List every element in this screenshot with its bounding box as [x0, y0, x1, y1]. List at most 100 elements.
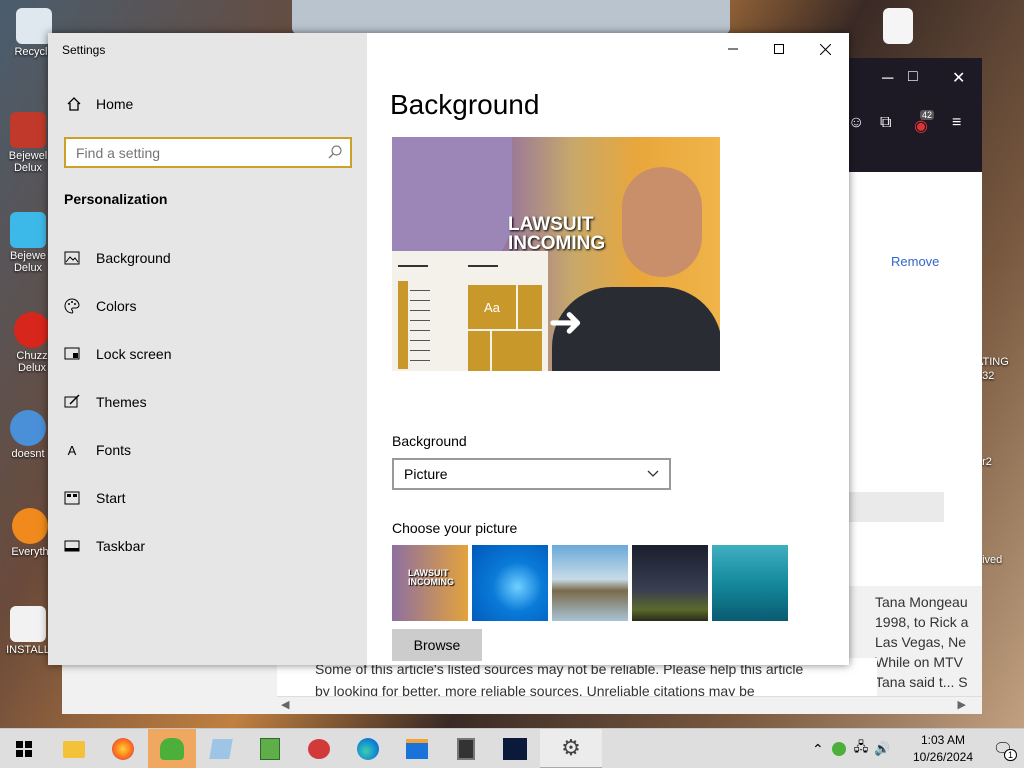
thumbnail-night-sky[interactable] — [632, 545, 708, 621]
disney-plus-button[interactable] — [491, 729, 539, 768]
chart-editor-icon — [260, 738, 280, 760]
file-explorer-button[interactable] — [50, 729, 98, 768]
thumbnail-underwater[interactable] — [712, 545, 788, 621]
edge-button[interactable] — [344, 729, 392, 768]
fonts-icon: A — [67, 442, 77, 458]
arrow-icon: ➜ — [548, 298, 584, 345]
scroll-right-icon[interactable]: ▶ — [958, 698, 966, 711]
browse-button[interactable]: Browse — [392, 629, 482, 661]
preview-headline: LAWSUIT INCOMING — [508, 214, 606, 254]
taskbar: ⚙ ⌃ 🖧 🔊 1:03 AM 10/26/2024 🗨 1 — [0, 728, 1024, 768]
notepad-button[interactable] — [197, 729, 245, 768]
background-type-dropdown[interactable]: Picture — [392, 458, 671, 490]
palette-icon — [64, 298, 80, 314]
mock-top-line — [398, 265, 428, 267]
text-file-icon — [883, 8, 913, 44]
thumbnail-beach-rocks[interactable] — [552, 545, 628, 621]
sidebar-item-fonts[interactable]: A Fonts — [64, 430, 354, 470]
mock-tile — [468, 331, 490, 371]
settings-taskbar-button[interactable]: ⚙ — [540, 729, 602, 768]
mock-top-line-2 — [468, 265, 498, 267]
firefox-icon — [112, 738, 134, 760]
bejeweled-icon — [10, 112, 46, 148]
editor-button[interactable] — [246, 729, 294, 768]
profile-icon[interactable]: ☺ — [848, 114, 864, 132]
chat-app-button[interactable] — [148, 729, 196, 768]
folder-icon — [63, 740, 85, 758]
sidebar-item-colors[interactable]: Colors — [64, 286, 354, 326]
browser-page — [848, 172, 982, 586]
chevron-down-icon — [647, 470, 659, 477]
bejeweled-gem-icon — [10, 212, 46, 248]
firefox-button[interactable] — [99, 729, 147, 768]
extension-badge: 42 — [920, 110, 935, 120]
thumbnail-windows-blue[interactable] — [472, 545, 548, 621]
window-thumbnail-strip — [292, 0, 730, 34]
mock-tile — [492, 331, 542, 371]
desktop-icon-doesnt[interactable]: doesnt — [4, 410, 52, 460]
windows-logo-icon — [16, 741, 32, 757]
close-button[interactable] — [802, 33, 848, 65]
desktop-label-partial: er2 — [976, 456, 992, 468]
minimize-button[interactable] — [710, 33, 756, 65]
sidebar-item-background[interactable]: Background — [64, 238, 354, 278]
sidebar-item-themes[interactable]: Themes — [64, 382, 354, 422]
system-tray: ⌃ 🖧 🔊 — [812, 729, 890, 768]
sidebar-item-lock-screen[interactable]: Lock screen — [64, 334, 354, 374]
edge-icon — [357, 738, 379, 760]
maximize-button[interactable] — [756, 33, 802, 65]
extensions-icon[interactable]: ⧉ — [880, 114, 891, 132]
remove-link[interactable]: Remove — [891, 254, 939, 269]
thumbnail-current[interactable]: LAWSUIT INCOMING — [392, 545, 468, 621]
clock[interactable]: 1:03 AM 10/26/2024 — [905, 732, 981, 766]
scroll-left-icon[interactable]: ◀ — [281, 698, 289, 711]
lock-screen-icon — [64, 346, 80, 362]
sidebar-item-taskbar[interactable]: Taskbar — [64, 526, 354, 566]
mock-sidebar — [398, 281, 408, 369]
horizontal-scrollbar[interactable]: ◀ ▶ — [277, 696, 982, 714]
settings-window: Settings Home Personalization Background… — [48, 33, 849, 665]
background-preview: LAWSUIT INCOMING Aa ➜ — [392, 137, 720, 371]
desktop-icon-bejeweled-1[interactable]: Bejewel Delux — [4, 112, 52, 174]
everything-search-icon — [12, 508, 48, 544]
search-input[interactable] — [66, 139, 316, 166]
minimize-icon — [728, 48, 738, 50]
document-icon — [10, 606, 46, 642]
preview-start-menu-mock: Aa — [392, 251, 548, 371]
desktop-icon-everything[interactable]: Everyth — [6, 508, 54, 558]
desktop-label-partial: n32 — [976, 370, 995, 382]
article-side-text: Tana Mongeau 1998, to Rick a Las Vegas, … — [875, 594, 969, 690]
maximize-icon[interactable]: □ — [908, 68, 918, 86]
notification-center-button[interactable]: 🗨 1 — [982, 729, 1024, 768]
desktop-icon-bejeweled-2[interactable]: Bejewe Delux — [4, 212, 52, 274]
start-button[interactable] — [0, 729, 48, 768]
desktop-icon-text-file[interactable] — [874, 8, 922, 46]
window-title: Settings — [62, 43, 106, 57]
close-icon[interactable]: ✕ — [952, 68, 965, 88]
desktop-icon-install[interactable]: INSTALL — [4, 606, 52, 656]
choose-picture-label: Choose your picture — [392, 520, 518, 536]
home-nav-item[interactable]: Home — [66, 96, 133, 112]
menu-icon[interactable]: ≡ — [952, 114, 961, 132]
browser-toolbar: ─ □ ✕ ☺ ⧉ ◉ 42 ≡ — [848, 58, 982, 172]
game-button[interactable] — [295, 729, 343, 768]
network-icon[interactable]: 🖧 — [854, 738, 869, 760]
section-heading: Personalization — [64, 191, 168, 207]
minimize-icon[interactable]: ─ — [882, 70, 893, 88]
sidebar-item-start[interactable]: Start — [64, 478, 354, 518]
chevron-up-icon[interactable]: ⌃ — [812, 741, 824, 758]
clock-time: 1:03 AM — [920, 733, 966, 747]
taskbar-icon — [64, 538, 80, 554]
chuzzle-icon — [14, 312, 50, 348]
desktop-label-partial: eived — [976, 554, 1003, 566]
buddy-tray-icon[interactable] — [831, 742, 846, 756]
preview-face — [622, 167, 702, 277]
store-icon — [406, 739, 428, 759]
store-button[interactable] — [393, 729, 441, 768]
search-box[interactable] — [64, 137, 352, 168]
calculator-button[interactable] — [442, 729, 490, 768]
mock-tiles: Aa — [468, 285, 542, 371]
background-label: Background — [392, 433, 467, 449]
home-label: Home — [96, 96, 134, 112]
volume-icon[interactable]: 🔊 — [874, 741, 890, 757]
